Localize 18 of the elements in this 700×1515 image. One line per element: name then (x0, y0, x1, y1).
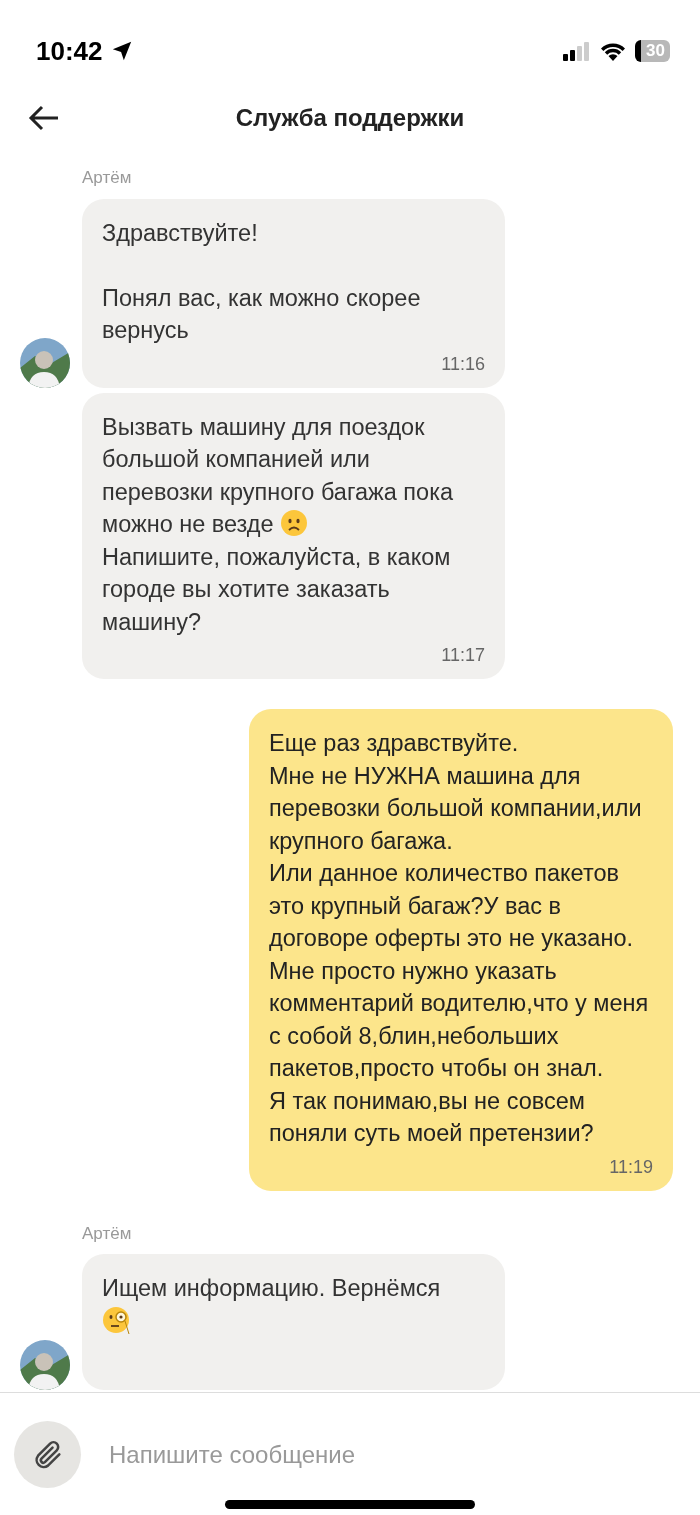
sender-name: Артём (82, 167, 133, 189)
message-time: 11:16 (440, 352, 485, 376)
message-input[interactable]: Напишите сообщение (107, 1435, 686, 1474)
message-text: Ищем информацию. Вернёмся (102, 1272, 485, 1340)
sender-name: Артём (82, 1222, 133, 1245)
message-text: Здравствуйте! Понял вас, как можно скорее вернусь (102, 218, 422, 345)
wifi-icon (599, 41, 628, 61)
screen-title: Служба поддержки (234, 102, 466, 133)
signal-icon (563, 41, 592, 61)
avatar (20, 1340, 70, 1390)
message-text: Еще раз здравствуйте. Мне не НУЖНА машина для перевозки большой компании,или крупного багажа. Или данное количество пакетов это крупный багаж?У вас в договоре оферты это не указано. Мне просто нужно указать комментарий водителю,что у меня с собой 8,блин,небольших пакетов,просто чтобы он знал. Я так понимаю,вы не совсем поняли суть моей претензии? (269, 729, 650, 1148)
message-time: 11:19 (608, 1155, 653, 1179)
avatar (20, 337, 70, 388)
battery-indicator: 30 (635, 40, 670, 62)
message-time: 11:17 (440, 644, 485, 667)
message-text: Вызвать машину для поездок большой компанией или перевозки крупного багажа пока можно не везде Напишите, пожалуйста, в каком городе вы хотите заказать машину? (102, 412, 455, 637)
status-time: 10:42 (36, 34, 103, 68)
worried-face-icon (280, 509, 309, 537)
